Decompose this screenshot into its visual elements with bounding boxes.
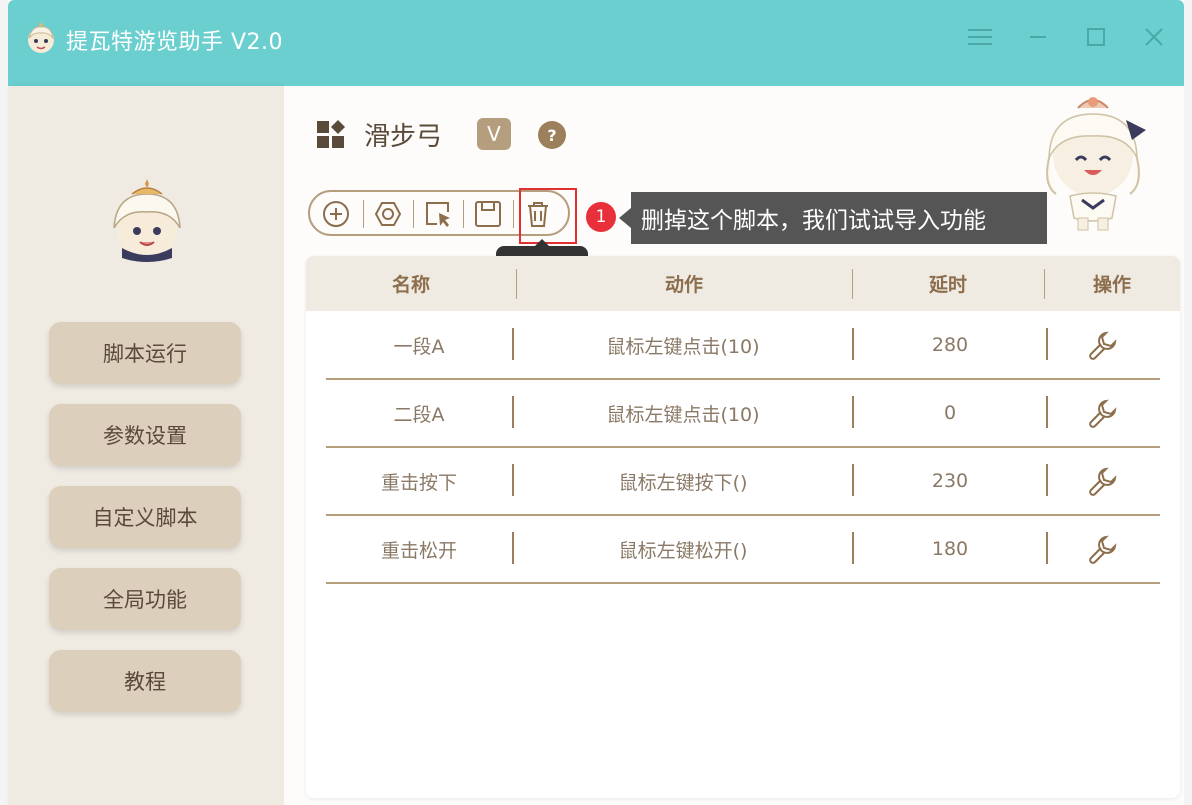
toolbar-divider: [463, 200, 464, 228]
table-row[interactable]: 二段A 鼠标左键点击(10) 0: [326, 380, 1160, 448]
header-delay: 延时: [928, 274, 967, 296]
cell-delay: 180: [931, 538, 969, 560]
add-icon: [323, 201, 349, 227]
save-button[interactable]: [472, 198, 504, 230]
cell-delay: 280: [931, 334, 969, 356]
sidebar-item-parameters[interactable]: 参数设置: [49, 404, 241, 466]
table-header: 名称 动作 延时 操作: [306, 256, 1180, 311]
delete-highlight-box: [519, 188, 577, 244]
sidebar-item-script-run[interactable]: 脚本运行: [49, 322, 241, 384]
sidebar-item-global-functions[interactable]: 全局功能: [49, 568, 241, 630]
cell-action: 鼠标左键松开(): [618, 539, 748, 562]
cell-delay: 230: [931, 470, 969, 492]
header-action: 动作: [664, 274, 703, 296]
wrench-icon[interactable]: [1088, 466, 1118, 496]
cell-action: 鼠标左键点击(10): [606, 403, 760, 426]
wrench-icon[interactable]: [1088, 330, 1118, 360]
select-button[interactable]: [422, 198, 454, 230]
header-operation: 操作: [1092, 274, 1131, 296]
cell-divider: [1046, 464, 1048, 496]
sidebar-item-custom-script[interactable]: 自定义脚本: [49, 486, 241, 548]
cell-name: 重击松开: [380, 539, 457, 562]
menu-button[interactable]: [962, 22, 998, 52]
widgets-icon: [317, 120, 345, 148]
add-button[interactable]: [320, 198, 352, 230]
cell-action: 鼠标左键按下(): [618, 471, 748, 494]
toolbar-divider: [413, 200, 414, 228]
menu-icon: [968, 29, 992, 45]
sidebar-item-tutorial[interactable]: 教程: [49, 650, 241, 712]
cell-name: 一段A: [393, 335, 445, 358]
cell-divider: [1046, 532, 1048, 564]
settings-icon: [374, 202, 402, 226]
help-button[interactable]: ?: [538, 121, 566, 149]
script-table: 名称 动作 延时 操作 一段A 鼠标左键点击(10) 280 二段A 鼠标左键点…: [306, 256, 1180, 798]
header-name: 名称: [391, 274, 430, 296]
paimon-avatar: [113, 179, 181, 262]
cell-divider: [1046, 396, 1048, 428]
minimize-icon: [1030, 36, 1046, 38]
settings-button[interactable]: [372, 198, 404, 230]
guide-callout: 删掉这个脚本，我们试试导入功能: [619, 192, 1047, 244]
maximize-button[interactable]: [1078, 22, 1114, 52]
guide-callout-text: 删掉这个脚本，我们试试导入功能: [641, 208, 986, 234]
paimon-app-icon: [28, 22, 54, 53]
select-cursor-icon: [426, 202, 450, 227]
table-row[interactable]: 重击按下 鼠标左键按下() 230: [326, 448, 1160, 516]
v-badge[interactable]: V: [477, 118, 511, 150]
app-title: 提瓦特游览助手 V2.0: [66, 30, 284, 55]
wrench-icon[interactable]: [1088, 534, 1118, 564]
table-row[interactable]: 重击松开 鼠标左键松开() 180: [326, 516, 1160, 584]
guide-step-badge: 1: [586, 202, 616, 232]
cell-delay: 0: [943, 402, 957, 424]
wrench-icon[interactable]: [1088, 398, 1118, 428]
app-window: 提瓦特游览助手 V2.0 脚本运行 参数设置 自定义脚本 全局功能 教程 滑步弓…: [8, 0, 1184, 805]
maximize-icon: [1087, 28, 1105, 46]
table-row[interactable]: 一段A 鼠标左键点击(10) 280: [326, 312, 1160, 380]
cell-divider: [1046, 328, 1048, 360]
minimize-button[interactable]: [1020, 22, 1056, 52]
save-icon: [475, 201, 501, 227]
cell-name: 重击按下: [380, 471, 457, 494]
cell-name: 二段A: [393, 403, 445, 426]
page-title: 滑步弓: [364, 122, 443, 152]
main-panel: 滑步弓 V ? 1 删掉这个脚本，我们试试导入功能 名称 动作 延时 操作 一段…: [284, 86, 1184, 805]
paimon-mascot: [1046, 97, 1146, 231]
sidebar: 脚本运行 参数设置 自定义脚本 全局功能 教程: [8, 86, 284, 805]
title-bar: 提瓦特游览助手 V2.0: [8, 0, 1184, 86]
cell-action: 鼠标左键点击(10): [606, 335, 760, 358]
toolbar-divider: [363, 200, 364, 228]
close-button[interactable]: [1136, 22, 1172, 52]
toolbar-divider: [513, 200, 514, 228]
close-icon: [1145, 28, 1163, 46]
